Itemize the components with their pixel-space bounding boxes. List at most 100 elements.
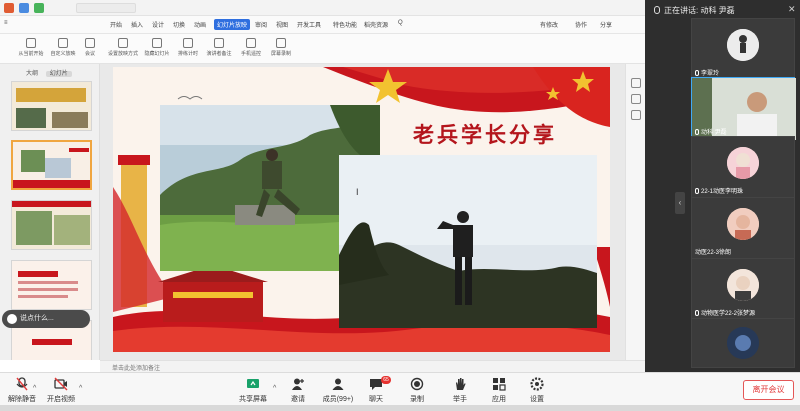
menu-features[interactable]: 特色功能 xyxy=(333,20,357,29)
start-video-button[interactable]: 开启视频 xyxy=(44,377,78,404)
slide-thumbnail-selected[interactable] xyxy=(11,140,92,190)
notes-bar[interactable]: 单击此处添加备注 xyxy=(100,360,645,372)
chevron-up-icon[interactable]: ^ xyxy=(79,385,82,392)
participant-tile[interactable] xyxy=(691,318,795,368)
speaking-indicator: 正在讲话: 动科 尹磊 xyxy=(654,5,735,16)
mic-icon xyxy=(695,129,699,135)
menu-transition[interactable]: 切换 xyxy=(173,20,185,29)
shield-icon[interactable] xyxy=(19,3,29,13)
chat-unread-badge: 65 xyxy=(381,376,391,384)
property-icon[interactable] xyxy=(631,78,641,88)
slide-title[interactable]: 老兵学长分享 xyxy=(413,119,557,149)
mic-muted-icon xyxy=(695,70,699,76)
participant-tile[interactable]: 22-1动医李明珠 xyxy=(691,136,795,198)
menu-toggle-icon[interactable]: ≡ xyxy=(4,20,8,26)
app-icon[interactable] xyxy=(4,3,14,13)
avatar xyxy=(727,208,759,240)
right-toolstrip xyxy=(625,64,645,360)
participant-tile-speaking[interactable]: 动科 尹磊 xyxy=(691,77,796,140)
slide-thumbnail[interactable] xyxy=(11,81,92,131)
notes-placeholder[interactable]: 单击此处添加备注 xyxy=(112,363,160,372)
avatar xyxy=(727,147,759,179)
hide-icon xyxy=(152,38,162,48)
participant-tile[interactable]: 动物医学22-2张梦源 xyxy=(691,258,795,320)
invite-icon xyxy=(292,378,304,390)
participant-tile[interactable]: 李翠玲 xyxy=(691,18,795,80)
ribbon-meeting[interactable]: 会议 xyxy=(75,37,105,61)
ribbon-from-current[interactable]: 从当前开始 xyxy=(16,37,46,61)
meeting-icon xyxy=(85,38,95,48)
photo-soldier-saluting[interactable] xyxy=(339,155,597,328)
hand-icon xyxy=(456,378,466,390)
menu-slideshow[interactable]: 幻灯片放映 xyxy=(214,19,251,30)
ribbon-speaker-notes[interactable]: 演讲者备注 xyxy=(204,37,234,61)
tab-outline[interactable]: 大纲 xyxy=(26,71,38,77)
share-screen-icon xyxy=(247,379,259,388)
participant-name: 动物医学22-2张梦源 xyxy=(695,308,755,317)
menu-view[interactable]: 视图 xyxy=(276,20,288,29)
timer-icon xyxy=(183,38,193,48)
tab-slides[interactable]: 幻灯片 xyxy=(45,71,72,77)
participant-name: 动科 尹磊 xyxy=(695,127,727,136)
ribbon-phone-remote[interactable]: 手机遥控 xyxy=(236,37,266,61)
participant-panel: 正在讲话: 动科 尹磊 ✕ ‹ 李翠玲 动科 尹磊 22-1动医李明珠 动医22… xyxy=(645,0,800,372)
meeting-window: ≡ 开始 插入 设计 切换 动画 幻灯片放映 审阅 视图 开发工具 特色功能 稻… xyxy=(0,0,800,411)
os-taskbar xyxy=(0,405,800,411)
raise-hand-button[interactable]: 举手 xyxy=(448,377,472,404)
collapse-panel-button[interactable]: ‹ xyxy=(675,192,685,214)
mic-muted-icon xyxy=(16,377,28,391)
members-icon xyxy=(332,378,344,390)
apps-button[interactable]: 应用 xyxy=(487,377,511,404)
apps-icon xyxy=(493,378,506,391)
record-button[interactable]: 录制 xyxy=(405,377,429,404)
mic-icon xyxy=(654,6,660,14)
share-button[interactable]: 分享 xyxy=(600,20,612,29)
menu-insert[interactable]: 插入 xyxy=(131,20,143,29)
collaborate-button[interactable]: 协作 xyxy=(575,20,587,29)
chevron-up-icon[interactable]: ^ xyxy=(273,385,276,392)
avatar xyxy=(727,269,759,301)
thumbnail-tabs: 大纲 幻灯片 xyxy=(26,68,78,77)
participant-name: 动医22-3徐朗 xyxy=(695,250,732,256)
leave-meeting-button[interactable]: 离开会议 xyxy=(743,380,794,400)
participant-tile[interactable]: 动医22-3徐朗 xyxy=(691,197,795,259)
menu-home[interactable]: 开始 xyxy=(110,20,122,29)
chevron-up-icon[interactable]: ^ xyxy=(33,385,36,392)
camera-off-icon xyxy=(54,377,68,391)
notes-icon xyxy=(214,38,224,48)
ribbon-setup-show[interactable]: 设置放映方式 xyxy=(108,37,138,61)
record-icon xyxy=(410,377,424,391)
settings-button[interactable]: 设置 xyxy=(525,377,549,404)
menu-developer[interactable]: 开发工具 xyxy=(297,20,321,29)
slide-thumbnail[interactable] xyxy=(11,260,92,310)
ribbon-hide-slide[interactable]: 隐藏幻灯片 xyxy=(142,37,172,61)
chart-icon[interactable] xyxy=(34,3,44,13)
phone-icon xyxy=(246,38,256,48)
menu-docer[interactable]: 稻壳资源 xyxy=(364,20,388,29)
menu-review[interactable]: 审阅 xyxy=(255,20,267,29)
share-screen-button[interactable]: 共享屏幕 xyxy=(235,377,271,404)
members-button[interactable]: 成员(99+) xyxy=(318,377,358,404)
modified-status[interactable]: 有修改 xyxy=(540,20,558,29)
menu-animation[interactable]: 动画 xyxy=(194,20,206,29)
settings-icon[interactable] xyxy=(631,110,641,120)
participant-name: 李翠玲 xyxy=(695,68,719,77)
emoji-icon[interactable] xyxy=(7,314,17,324)
search-icon[interactable]: Q xyxy=(398,20,403,26)
mic-muted-icon xyxy=(695,310,699,316)
slide-thumbnail[interactable] xyxy=(11,200,92,250)
close-icon[interactable]: ✕ xyxy=(788,4,796,15)
menu-design[interactable]: 设计 xyxy=(152,20,164,29)
ribbon-toolbar: 从当前开始 自定义放映 会议 设置放映方式 隐藏幻灯片 排练计时 演讲者备注 手… xyxy=(0,34,645,64)
invite-button[interactable]: 邀请 xyxy=(285,377,311,404)
tab-placeholder[interactable] xyxy=(76,3,136,13)
mic-muted-icon xyxy=(695,188,699,194)
style-icon[interactable] xyxy=(631,94,641,104)
ribbon-custom-show[interactable]: 自定义放映 xyxy=(48,37,78,61)
chat-input-bubble[interactable]: 说点什么... xyxy=(2,310,90,328)
chat-bubble-text: 说点什么... xyxy=(20,315,54,322)
ribbon-rehearse[interactable]: 排练计时 xyxy=(173,37,203,61)
slide: 老兵学长分享 xyxy=(113,67,610,352)
os-topbar xyxy=(0,0,645,16)
ribbon-screen-record[interactable]: 屏幕录制 xyxy=(266,37,296,61)
